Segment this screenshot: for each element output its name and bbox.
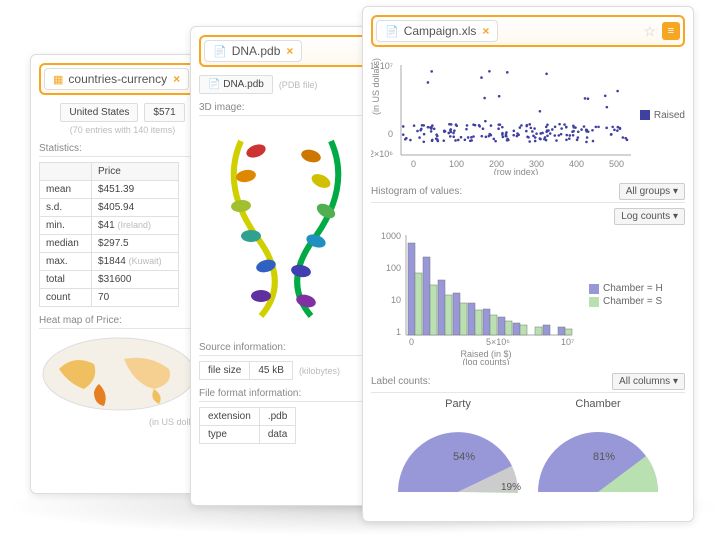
close-icon[interactable]: × <box>173 72 180 86</box>
pie-party-title: Party <box>393 398 523 410</box>
tab-label: countries-currency <box>68 72 167 86</box>
tab-label: DNA.pdb <box>232 44 281 58</box>
svg-text:5×10⁶: 5×10⁶ <box>486 337 510 347</box>
tab-countries[interactable]: ▦ countries-currency × <box>44 68 189 90</box>
table-row: max.$1844 (Kuwait) <box>40 253 179 271</box>
card-campaign: 📄 Campaign.xls × ☆ ≡ (in US dollars) 1×1… <box>362 6 694 522</box>
file-icon: 📄 <box>213 45 227 58</box>
histogram-chart: 1000 100 10 1 0 5×10⁶ 10⁷ Raised (in $) … <box>371 225 581 365</box>
svg-text:100: 100 <box>449 159 464 169</box>
svg-text:-2×10⁶: -2×10⁶ <box>371 149 393 159</box>
svg-text:400: 400 <box>569 159 584 169</box>
svg-text:(log counts): (log counts) <box>462 357 509 365</box>
menu-icon[interactable]: ≡ <box>662 22 680 40</box>
table-row: typedata <box>200 426 296 444</box>
svg-text:0: 0 <box>409 337 414 347</box>
svg-text:54%: 54% <box>453 451 475 463</box>
img-head: 3D image: <box>199 102 376 116</box>
entries-note: (70 entries with 140 items) <box>39 125 206 135</box>
card-countries: ▦ countries-currency × United States $57… <box>30 54 215 494</box>
statistics-head: Statistics: <box>39 143 206 157</box>
sample-country: United States <box>60 103 138 122</box>
unit-note: (in US dollars) <box>39 417 206 427</box>
table-row: mean$451.39 <box>40 181 179 199</box>
pie-chamber: 81% <box>533 412 663 502</box>
svg-text:0: 0 <box>388 129 393 139</box>
src-head: Source information: <box>199 342 376 356</box>
stats-table: Price mean$451.39s.d.$405.94min.$41 (Ire… <box>39 162 179 307</box>
legend-h: Chamber = H <box>589 283 663 294</box>
world-heatmap <box>39 334 199 414</box>
filesize-unit: (kilobytes) <box>299 366 340 376</box>
heatmap-head: Heat map of Price: <box>39 315 206 329</box>
svg-text:100: 100 <box>386 263 401 273</box>
close-icon[interactable]: × <box>482 24 489 38</box>
file-chip-note: (PDB file) <box>279 80 318 90</box>
format-table: extension.pdbtypedata <box>199 407 296 444</box>
tab-dna[interactable]: 📄 DNA.pdb × <box>204 40 302 62</box>
labels-head: Label counts: <box>371 376 431 387</box>
card-dna: 📄 DNA.pdb × 📄 DNA.pdb (PDB file) 3D imag… <box>190 26 385 506</box>
table-row: total$31600 <box>40 271 179 289</box>
dna-3d-image <box>199 121 374 331</box>
hist-head: Histogram of values: <box>371 186 462 197</box>
select-log[interactable]: Log counts <box>614 208 685 225</box>
table-row: median$297.5 <box>40 235 179 253</box>
table-row: min.$41 (Ireland) <box>40 217 179 235</box>
table-row: extension.pdb <box>200 408 296 426</box>
svg-text:1: 1 <box>396 327 401 337</box>
scatter-chart: (in US dollars) 1×10⁷ 0 -2×10⁶ 0 100 200… <box>371 55 640 175</box>
tab-bar: ▦ countries-currency × <box>39 63 206 95</box>
file-icon: 📄 <box>385 25 399 38</box>
file-chip: 📄 DNA.pdb <box>199 75 273 94</box>
scatter-legend: Raised <box>640 110 685 121</box>
pie-party: 54% 19% <box>393 412 523 502</box>
tab-bar: 📄 Campaign.xls × ☆ ≡ <box>371 15 685 47</box>
svg-text:81%: 81% <box>593 451 615 463</box>
legend-s: Chamber = S <box>589 296 663 307</box>
svg-text:10: 10 <box>391 295 401 305</box>
svg-text:1000: 1000 <box>381 231 401 241</box>
filesize-table: file size45 kB <box>199 361 293 380</box>
sample-value: $571 <box>144 103 184 122</box>
svg-text:(row index): (row index) <box>494 167 539 175</box>
svg-text:0: 0 <box>411 159 416 169</box>
select-groups[interactable]: All groups <box>619 183 685 200</box>
star-icon[interactable]: ☆ <box>643 23 656 40</box>
tab-bar: 📄 DNA.pdb × <box>199 35 376 67</box>
close-icon[interactable]: × <box>286 44 293 58</box>
svg-text:500: 500 <box>609 159 624 169</box>
grid-icon: ▦ <box>53 73 63 86</box>
svg-text:19%: 19% <box>501 482 521 493</box>
svg-text:10⁷: 10⁷ <box>561 337 574 347</box>
select-columns[interactable]: All columns <box>612 373 685 390</box>
svg-text:1×10⁷: 1×10⁷ <box>371 61 393 71</box>
tab-campaign[interactable]: 📄 Campaign.xls × <box>376 20 498 42</box>
table-row: count70 <box>40 289 179 307</box>
fmt-head: File format information: <box>199 388 376 402</box>
price-header: Price <box>92 163 179 181</box>
tab-label: Campaign.xls <box>404 24 477 38</box>
pie-chamber-title: Chamber <box>533 398 663 410</box>
table-row: s.d.$405.94 <box>40 199 179 217</box>
